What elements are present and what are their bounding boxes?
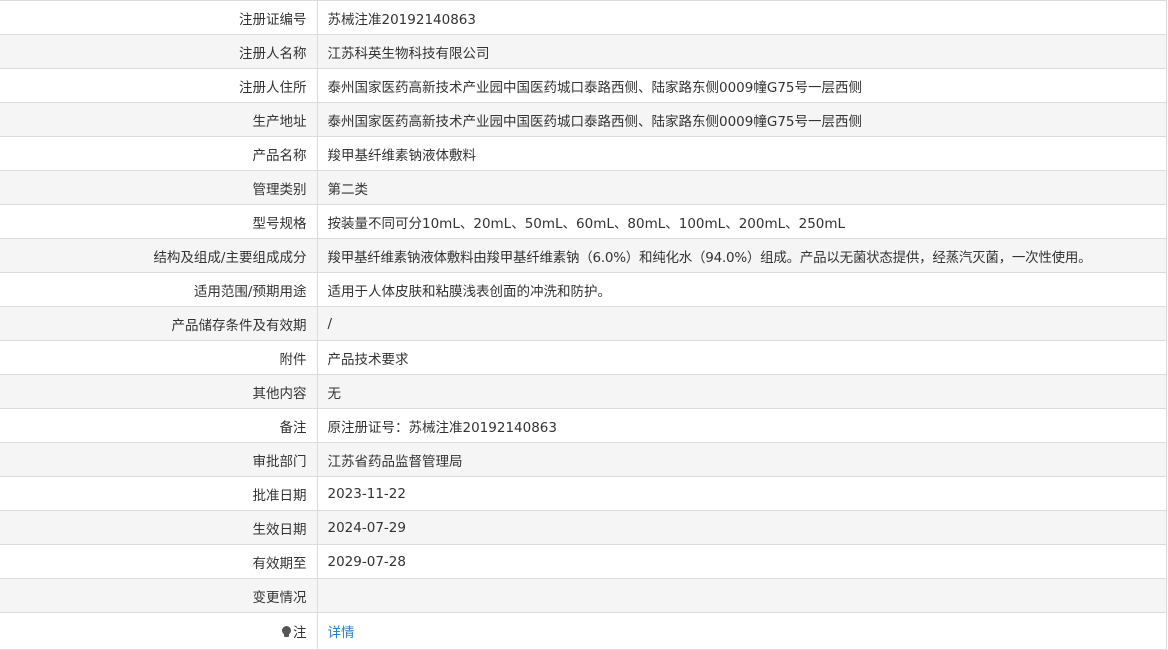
row-effective-date: 生效日期 2024-07-29 bbox=[0, 510, 1166, 545]
row-intended-use: 适用范围/预期用途 适用于人体皮肤和粘膜浅表创面的冲洗和防护。 bbox=[0, 272, 1166, 307]
label-product-name: 产品名称 bbox=[0, 136, 318, 171]
row-other: 其他内容 无 bbox=[0, 374, 1166, 409]
value-storage: / bbox=[317, 306, 1166, 341]
label-effective-date: 生效日期 bbox=[0, 510, 318, 545]
label-intended-use: 适用范围/预期用途 bbox=[0, 272, 318, 307]
value-registrant-name: 江苏科英生物科技有限公司 bbox=[317, 34, 1166, 69]
label-management-class: 管理类别 bbox=[0, 170, 318, 205]
value-change-info bbox=[317, 578, 1166, 613]
details-link[interactable]: 详情 bbox=[328, 625, 355, 641]
row-valid-until: 有效期至 2029-07-28 bbox=[0, 544, 1166, 579]
label-registrant-name: 注册人名称 bbox=[0, 34, 318, 69]
row-approval-dept: 审批部门 江苏省药品监督管理局 bbox=[0, 442, 1166, 477]
label-approval-dept: 审批部门 bbox=[0, 442, 318, 477]
row-registrant-address: 注册人住所 泰州国家医药高新技术产业园中国医药城口泰路西侧、陆家路东侧0009幢… bbox=[0, 68, 1166, 103]
value-composition: 羧甲基纤维素钠液体敷料由羧甲基纤维素钠（6.0%）和纯化水（94.0%）组成。产… bbox=[317, 238, 1166, 273]
label-note-text: 注 bbox=[293, 625, 307, 641]
row-attachment: 附件 产品技术要求 bbox=[0, 340, 1166, 375]
value-note: 详情 bbox=[317, 612, 1166, 650]
label-production-address: 生产地址 bbox=[0, 102, 318, 137]
label-remark: 备注 bbox=[0, 408, 318, 443]
label-model-spec: 型号规格 bbox=[0, 204, 318, 239]
value-other: 无 bbox=[317, 374, 1166, 409]
row-product-name: 产品名称 羧甲基纤维素钠液体敷料 bbox=[0, 136, 1166, 171]
lightbulb-icon bbox=[282, 626, 291, 638]
row-approval-date: 批准日期 2023-11-22 bbox=[0, 476, 1166, 511]
label-note: 注 bbox=[0, 612, 318, 650]
value-valid-until: 2029-07-28 bbox=[317, 544, 1166, 579]
registration-detail-table: 注册证编号 苏械注准20192140863 注册人名称 江苏科英生物科技有限公司… bbox=[0, 0, 1167, 650]
value-attachment: 产品技术要求 bbox=[317, 340, 1166, 375]
label-storage: 产品储存条件及有效期 bbox=[0, 306, 318, 341]
value-model-spec: 按装量不同可分10mL、20mL、50mL、60mL、80mL、100mL、20… bbox=[317, 204, 1166, 239]
row-registrant-name: 注册人名称 江苏科英生物科技有限公司 bbox=[0, 34, 1166, 69]
row-storage: 产品储存条件及有效期 / bbox=[0, 306, 1166, 341]
value-approval-date: 2023-11-22 bbox=[317, 476, 1166, 511]
row-production-address: 生产地址 泰州国家医药高新技术产业园中国医药城口泰路西侧、陆家路东侧0009幢G… bbox=[0, 102, 1166, 137]
value-registrant-address: 泰州国家医药高新技术产业园中国医药城口泰路西侧、陆家路东侧0009幢G75号一层… bbox=[317, 68, 1166, 103]
value-product-name: 羧甲基纤维素钠液体敷料 bbox=[317, 136, 1166, 171]
row-management-class: 管理类别 第二类 bbox=[0, 170, 1166, 205]
row-remark: 备注 原注册证号：苏械注准20192140863 bbox=[0, 408, 1166, 443]
label-reg-no: 注册证编号 bbox=[0, 0, 318, 35]
row-note: 注 详情 bbox=[0, 612, 1166, 650]
label-composition: 结构及组成/主要组成成分 bbox=[0, 238, 318, 273]
label-attachment: 附件 bbox=[0, 340, 318, 375]
label-change-info: 变更情况 bbox=[0, 578, 318, 613]
row-reg-no: 注册证编号 苏械注准20192140863 bbox=[0, 0, 1166, 35]
value-effective-date: 2024-07-29 bbox=[317, 510, 1166, 545]
label-registrant-address: 注册人住所 bbox=[0, 68, 318, 103]
value-production-address: 泰州国家医药高新技术产业园中国医药城口泰路西侧、陆家路东侧0009幢G75号一层… bbox=[317, 102, 1166, 137]
row-composition: 结构及组成/主要组成成分 羧甲基纤维素钠液体敷料由羧甲基纤维素钠（6.0%）和纯… bbox=[0, 238, 1166, 273]
label-valid-until: 有效期至 bbox=[0, 544, 318, 579]
value-management-class: 第二类 bbox=[317, 170, 1166, 205]
value-intended-use: 适用于人体皮肤和粘膜浅表创面的冲洗和防护。 bbox=[317, 272, 1166, 307]
label-approval-date: 批准日期 bbox=[0, 476, 318, 511]
value-remark: 原注册证号：苏械注准20192140863 bbox=[317, 408, 1166, 443]
row-model-spec: 型号规格 按装量不同可分10mL、20mL、50mL、60mL、80mL、100… bbox=[0, 204, 1166, 239]
value-approval-dept: 江苏省药品监督管理局 bbox=[317, 442, 1166, 477]
row-change-info: 变更情况 bbox=[0, 578, 1166, 613]
label-other: 其他内容 bbox=[0, 374, 318, 409]
value-reg-no: 苏械注准20192140863 bbox=[317, 0, 1166, 35]
